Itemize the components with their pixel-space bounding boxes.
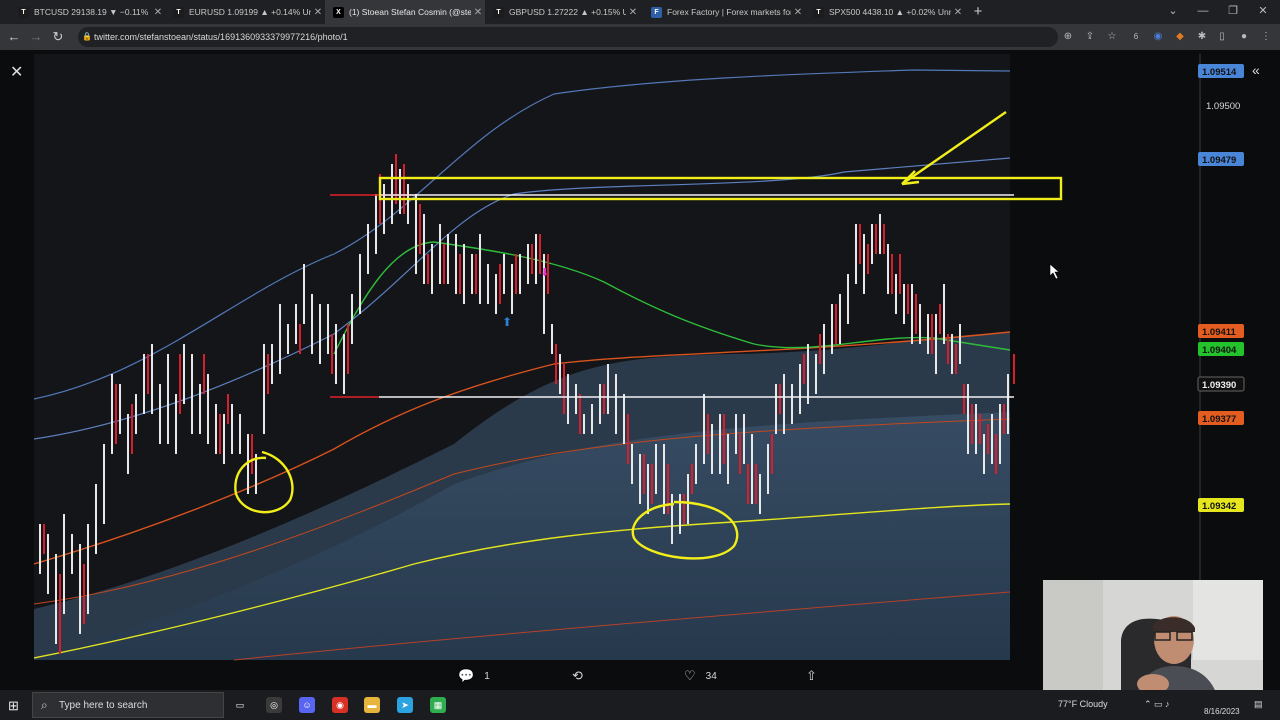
lock-icon: 🔒 <box>82 32 92 41</box>
like-button[interactable]: ♡ 34 <box>684 668 717 684</box>
minimize-button[interactable]: — <box>1188 0 1218 24</box>
price-tick: 1.09500 <box>1206 101 1240 112</box>
tradingview-icon: T <box>18 6 29 18</box>
url-text: twitter.com/stefanstoean/status/16913609… <box>94 32 348 42</box>
menu-dots-icon[interactable]: ⋮ <box>1258 29 1274 45</box>
like-count: 34 <box>705 670 717 682</box>
chatgpt-app-icon[interactable]: ◎ <box>266 697 282 713</box>
windows-start-icon[interactable]: ⊞ <box>8 698 19 714</box>
close-icon[interactable]: ✕ <box>151 7 165 18</box>
file-explorer-icon[interactable]: ▬ <box>364 697 380 713</box>
share-icon: ⇧ <box>806 668 817 683</box>
taskbar-search-box[interactable]: ⌕ Type here to search <box>32 692 224 718</box>
green-app-icon[interactable]: ▦ <box>430 697 446 713</box>
tab-search-button[interactable]: ⌄ <box>1158 0 1188 24</box>
tab-title: GBPUSD 1.27222 ▲ +0.15% Unn… <box>509 7 626 17</box>
close-icon[interactable]: ✕ <box>951 7 965 18</box>
reply-button[interactable]: 💬 1 <box>458 668 490 684</box>
share-icon[interactable]: ⇪ <box>1082 29 1098 45</box>
price-tag-orange-low: 1.09377 <box>1202 414 1236 425</box>
back-button[interactable]: ← <box>5 28 23 46</box>
clock-date[interactable]: 8/16/2023 <box>1204 707 1240 716</box>
close-icon[interactable]: ✕ <box>626 7 640 18</box>
browser-toolbar: ← → ↻ 🔒 twitter.com/stefanstoean/status/… <box>0 24 1280 50</box>
retweet-button[interactable]: ⟲ <box>572 668 583 684</box>
browser-tab[interactable]: T SPX500 4438.10 ▲ +0.02% Unn… ✕ <box>805 0 965 24</box>
magenta-arrow-marker: ⬇ <box>540 266 549 279</box>
close-icon[interactable]: ✕ <box>311 7 325 18</box>
webcam-overlay <box>1043 580 1263 702</box>
close-window-button[interactable]: ✕ <box>1248 0 1278 24</box>
search-icon: ⌕ <box>41 698 48 712</box>
extension-icon[interactable]: ◆ <box>1172 29 1188 45</box>
tab-title: SPX500 4438.10 ▲ +0.02% Unn… <box>829 7 951 17</box>
browser-tab-strip: T BTCUSD 29138.19 ▼ −0.11% Unn… ✕ T EURU… <box>0 0 1280 24</box>
close-icon[interactable]: ✕ <box>10 62 23 82</box>
avatar[interactable]: ● <box>1236 29 1252 45</box>
price-tag-current: 1.09390 <box>1202 380 1236 391</box>
puzzle-extensions-icon[interactable]: ✱ <box>1194 29 1210 45</box>
heart-icon: ♡ <box>684 668 696 683</box>
extension-icon[interactable]: ◉ <box>1150 29 1166 45</box>
side-panel-icon[interactable]: ▯ <box>1214 29 1230 45</box>
bookmark-star-icon[interactable]: ☆ <box>1104 29 1120 45</box>
new-tab-button[interactable]: + <box>968 2 988 22</box>
price-tag-green: 1.09404 <box>1202 345 1237 356</box>
system-tray-icons[interactable]: ⌃ ▭ ♪ <box>1144 699 1170 710</box>
price-tag-orange: 1.09411 <box>1202 327 1237 338</box>
blue-arrow-marker: ⬆ <box>502 315 512 329</box>
webcam-video <box>1043 580 1263 702</box>
price-axis-labels: 1.09514 1.09500 1.09479 1.09411 1.09404 … <box>1197 64 1245 512</box>
trading-chart-image: ⬆ ⬇ 1.09514 1.09500 1.09479 1.09411 1.09… <box>34 54 1245 661</box>
price-tag-mid: 1.09479 <box>1202 155 1236 166</box>
reload-button[interactable]: ↻ <box>49 28 67 46</box>
telegram-app-icon[interactable]: ➤ <box>397 697 413 713</box>
browser-tab[interactable]: T EURUSD 1.09199 ▲ +0.14% Unn… ✕ <box>165 0 325 24</box>
forexfactory-icon: F <box>651 6 662 18</box>
reply-count: 1 <box>484 670 490 682</box>
windows-taskbar: ⊞ ⌕ Type here to search ▭ ◎ ☺ ◉ ▬ ➤ ▦ 77… <box>0 690 1280 720</box>
restore-button[interactable]: ❐ <box>1218 0 1248 24</box>
x-logo-icon: X <box>333 6 344 18</box>
extension-badge[interactable]: 6 <box>1128 29 1144 45</box>
browser-tab[interactable]: F Forex Factory | Forex markets for… ✕ <box>643 0 805 24</box>
tradingview-icon: T <box>813 6 824 18</box>
browser-tab[interactable]: T GBPUSD 1.27222 ▲ +0.15% Unn… ✕ <box>485 0 640 24</box>
price-tag-upper: 1.09514 <box>1202 67 1237 78</box>
close-icon[interactable]: ✕ <box>791 7 805 18</box>
tradingview-icon: T <box>173 6 184 18</box>
discord-app-icon[interactable]: ☺ <box>299 697 315 713</box>
chrome-app-icon[interactable]: ◉ <box>332 697 348 713</box>
reply-icon: 💬 <box>458 668 475 683</box>
install-app-icon[interactable]: ⊕ <box>1060 29 1076 45</box>
address-bar[interactable]: 🔒 twitter.com/stefanstoean/status/169136… <box>78 27 1058 47</box>
browser-tab[interactable]: T BTCUSD 29138.19 ▼ −0.11% Unn… ✕ <box>10 0 165 24</box>
close-icon[interactable]: ✕ <box>471 7 485 18</box>
retweet-icon: ⟲ <box>572 668 583 683</box>
browser-tab-active[interactable]: X (1) Stoean Stefan Cosmin (@stef… ✕ <box>325 0 485 24</box>
share-button[interactable]: ⇧ <box>806 668 817 684</box>
tab-title: BTCUSD 29138.19 ▼ −0.11% Unn… <box>34 7 151 17</box>
search-placeholder: Type here to search <box>59 700 148 711</box>
tab-title: Forex Factory | Forex markets for… <box>667 7 791 17</box>
collapse-panel-icon[interactable]: « <box>1252 62 1260 78</box>
weather-widget[interactable]: 77°F Cloudy <box>1058 699 1108 709</box>
tradingview-icon: T <box>493 6 504 18</box>
notifications-icon[interactable]: ▤ <box>1254 699 1263 710</box>
forward-button[interactable]: → <box>27 28 45 46</box>
tab-title: EURUSD 1.09199 ▲ +0.14% Unn… <box>189 7 311 17</box>
task-view-icon[interactable]: ▭ <box>232 697 248 713</box>
tab-title: (1) Stoean Stefan Cosmin (@stef… <box>349 7 471 17</box>
price-tag-yellow: 1.09342 <box>1202 501 1236 512</box>
mouse-cursor-icon <box>1049 263 1060 280</box>
